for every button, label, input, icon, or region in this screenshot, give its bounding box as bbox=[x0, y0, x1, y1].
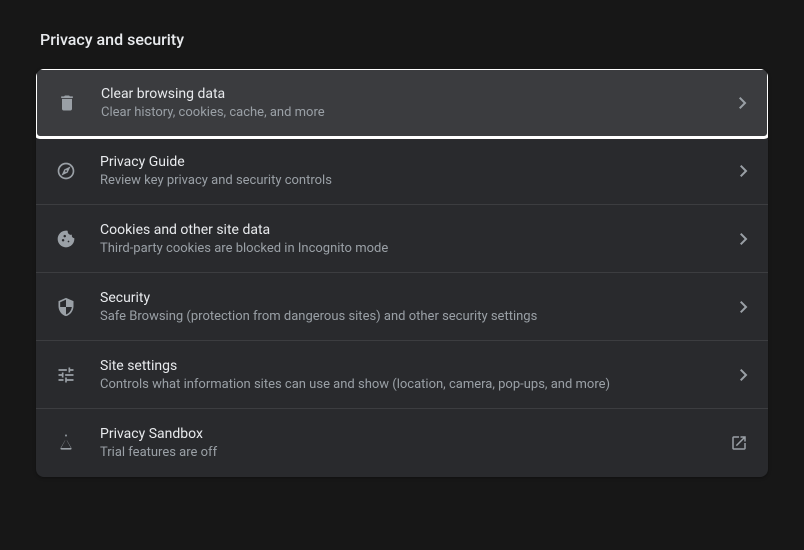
item-subtitle: Review key privacy and security controls bbox=[100, 173, 740, 188]
chevron-right-icon bbox=[740, 369, 748, 381]
item-title: Privacy Sandbox bbox=[100, 426, 730, 442]
item-text: Cookies and other site data Third-party … bbox=[100, 222, 740, 256]
settings-item-security[interactable]: Security Safe Browsing (protection from … bbox=[36, 273, 768, 341]
flask-icon bbox=[56, 433, 76, 453]
settings-item-privacy-sandbox[interactable]: Privacy Sandbox Trial features are off bbox=[36, 409, 768, 477]
item-subtitle: Third-party cookies are blocked in Incog… bbox=[100, 241, 740, 256]
item-title: Privacy Guide bbox=[100, 154, 740, 170]
shield-icon bbox=[56, 297, 76, 317]
item-title: Security bbox=[100, 290, 740, 306]
chevron-right-icon bbox=[740, 165, 748, 177]
item-subtitle: Trial features are off bbox=[100, 445, 730, 460]
chevron-right-icon bbox=[740, 233, 748, 245]
item-title: Cookies and other site data bbox=[100, 222, 740, 238]
trash-icon bbox=[57, 93, 77, 113]
settings-item-clear-browsing-data[interactable]: Clear browsing data Clear history, cooki… bbox=[36, 69, 768, 139]
external-link-icon bbox=[730, 434, 748, 452]
item-subtitle: Safe Browsing (protection from dangerous… bbox=[100, 309, 740, 324]
settings-item-privacy-guide[interactable]: Privacy Guide Review key privacy and sec… bbox=[36, 137, 768, 205]
item-subtitle: Controls what information sites can use … bbox=[100, 377, 740, 392]
item-subtitle: Clear history, cookies, cache, and more bbox=[101, 105, 739, 120]
settings-item-cookies[interactable]: Cookies and other site data Third-party … bbox=[36, 205, 768, 273]
section-title: Privacy and security bbox=[36, 30, 768, 49]
chevron-right-icon bbox=[740, 301, 748, 313]
tune-icon bbox=[56, 365, 76, 385]
chevron-right-icon bbox=[739, 97, 747, 109]
item-title: Clear browsing data bbox=[101, 86, 739, 102]
item-text: Site settings Controls what information … bbox=[100, 358, 740, 392]
item-text: Privacy Guide Review key privacy and sec… bbox=[100, 154, 740, 188]
compass-icon bbox=[56, 161, 76, 181]
settings-item-site-settings[interactable]: Site settings Controls what information … bbox=[36, 341, 768, 409]
settings-list: Clear browsing data Clear history, cooki… bbox=[36, 69, 768, 477]
cookie-icon bbox=[56, 229, 76, 249]
item-text: Privacy Sandbox Trial features are off bbox=[100, 426, 730, 460]
item-text: Security Safe Browsing (protection from … bbox=[100, 290, 740, 324]
item-title: Site settings bbox=[100, 358, 740, 374]
item-text: Clear browsing data Clear history, cooki… bbox=[101, 86, 739, 120]
